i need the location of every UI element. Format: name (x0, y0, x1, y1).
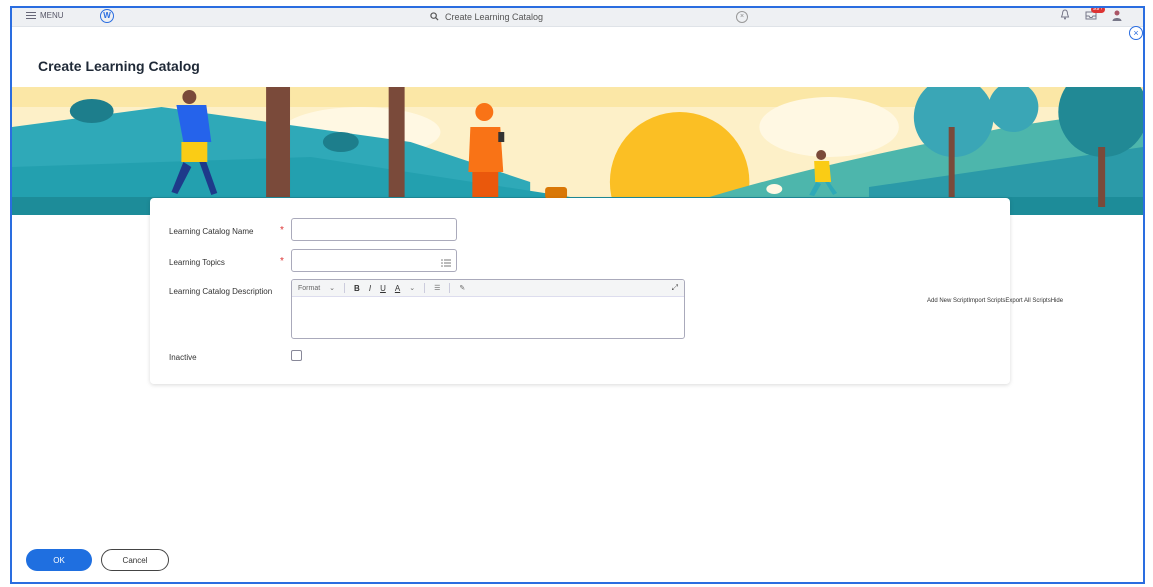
expand-icon[interactable]: ⤢ (672, 283, 678, 293)
required-marker: * (280, 256, 284, 267)
inactive-label: Inactive (169, 353, 197, 362)
workday-logo-icon[interactable]: W (100, 9, 114, 23)
list-icon[interactable] (441, 255, 451, 273)
list-icon[interactable]: ☰ (434, 284, 440, 292)
menu-label: MENU (40, 11, 64, 20)
ok-button[interactable]: OK (26, 549, 92, 571)
hamburger-icon (26, 12, 36, 19)
inactive-checkbox[interactable] (291, 350, 302, 361)
bell-icon[interactable] (1059, 9, 1071, 21)
notification-badge: 99+ (1090, 6, 1105, 13)
bold-button[interactable]: B (354, 284, 360, 293)
search-icon (430, 11, 439, 23)
banner-illustration (12, 87, 1143, 215)
text-color-button[interactable]: A (395, 284, 400, 293)
learning-topics-input[interactable] (291, 249, 457, 272)
menu-button[interactable]: MENU (26, 11, 64, 20)
search-field[interactable]: Create Learning Catalog × (430, 10, 748, 24)
cancel-button[interactable]: Cancel (101, 549, 169, 571)
description-rich-text-editor[interactable]: Format ⌄ B I U A ⌄ ☰ ✎ ⤢ (291, 279, 685, 339)
inbox-icon[interactable]: 99+ (1085, 8, 1105, 21)
close-dialog-icon[interactable]: × (1129, 26, 1143, 40)
link-icon[interactable]: ✎ (459, 284, 465, 292)
editor-toolbar: Format ⌄ B I U A ⌄ ☰ ✎ ⤢ (292, 280, 684, 297)
avatar[interactable] (1111, 9, 1123, 21)
toolbar-divider (424, 283, 426, 293)
top-bar: MENU W Create Learning Catalog × 99+ (12, 8, 1143, 27)
chevron-down-icon[interactable]: ⌄ (329, 284, 335, 292)
chevron-down-icon[interactable]: ⌄ (409, 284, 415, 292)
search-text: Create Learning Catalog (445, 12, 544, 22)
page-title: Create Learning Catalog (38, 58, 200, 74)
toolbar-divider (344, 283, 346, 293)
form-card: Learning Catalog Name * Learning Topics … (150, 198, 1010, 384)
format-dropdown[interactable]: Format (298, 285, 320, 292)
learning-topics-label: Learning Topics (169, 258, 225, 267)
catalog-name-label: Learning Catalog Name (169, 227, 254, 236)
toolbar-divider (449, 283, 451, 293)
underline-button[interactable]: U (380, 284, 386, 293)
top-icons: 99+ (1059, 8, 1123, 21)
scripts-links[interactable]: Add New ScriptImport ScriptsExport All S… (927, 298, 1063, 304)
app-window: MENU W Create Learning Catalog × 99+ × C… (10, 6, 1145, 584)
catalog-description-label: Learning Catalog Description (169, 287, 273, 296)
catalog-name-input[interactable] (291, 218, 457, 241)
required-marker: * (280, 225, 284, 236)
clear-search-icon[interactable]: × (736, 11, 748, 23)
italic-button[interactable]: I (369, 284, 371, 293)
